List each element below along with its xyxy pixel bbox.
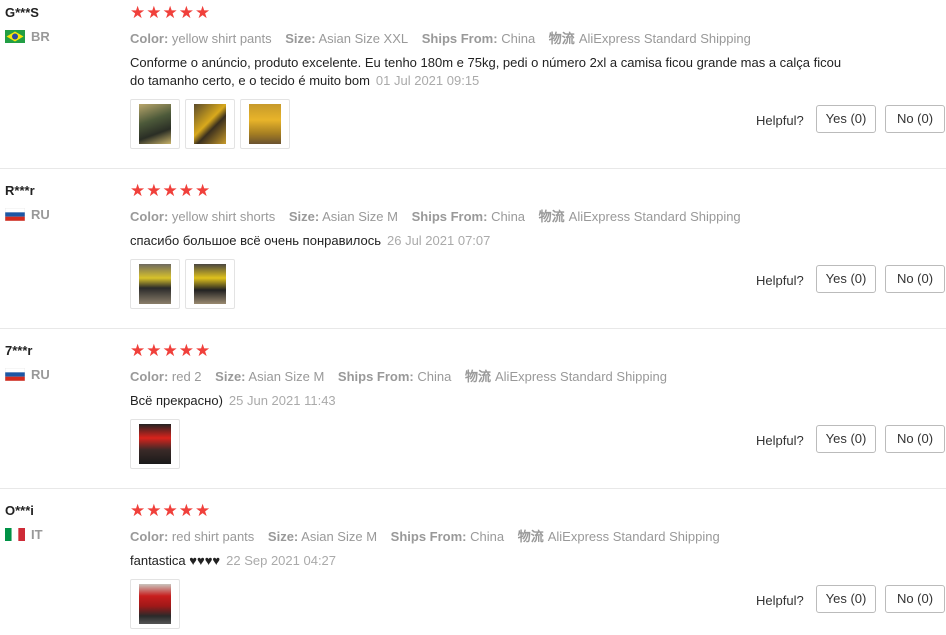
divider <box>0 488 946 489</box>
review-photos <box>130 259 235 309</box>
star-icon: ★ <box>130 181 146 200</box>
review-date: 26 Jul 2021 07:07 <box>387 233 491 248</box>
reviewer-name: R***r <box>5 183 35 198</box>
star-icon: ★ <box>178 3 194 22</box>
review-item: R***r RU ★ ★ ★ ★ ★ Color: yellow shirt s… <box>0 178 946 328</box>
review-date: 22 Sep 2021 04:27 <box>226 553 337 568</box>
attr-color: Color: red 2 <box>130 369 202 384</box>
attr-logistics: 物流 AliExpress Standard Shipping <box>548 31 751 46</box>
order-attributes: Color: yellow shirt shorts Size: Asian S… <box>130 206 751 225</box>
review-photos <box>130 579 180 629</box>
order-attributes: Color: red 2 Size: Asian Size M Ships Fr… <box>130 366 677 385</box>
helpful-no-button[interactable]: No (0) <box>885 585 945 613</box>
review-text: fantastica ♥♥♥♥ 22 Sep 2021 04:27 <box>130 553 337 568</box>
attr-size: Size: Asian Size M <box>215 369 325 384</box>
review-photo[interactable] <box>130 259 180 309</box>
helpful-yes-button[interactable]: Yes (0) <box>816 425 876 453</box>
attr-ships-from: Ships From: China <box>421 31 536 46</box>
attr-color: Color: yellow shirt shorts <box>130 209 276 224</box>
star-icon: ★ <box>146 3 162 22</box>
divider <box>0 168 946 169</box>
attr-color: Color: red shirt pants <box>130 529 255 544</box>
review-photo[interactable] <box>130 419 180 469</box>
star-icon: ★ <box>195 3 211 22</box>
country-code: RU <box>31 206 50 222</box>
divider <box>0 328 946 329</box>
star-icon: ★ <box>195 181 211 200</box>
helpful-label: Helpful? <box>756 113 804 128</box>
review-photo[interactable] <box>130 99 180 149</box>
order-attributes: Color: yellow shirt pants Size: Asian Si… <box>130 28 761 47</box>
helpful-no-button[interactable]: No (0) <box>885 105 945 133</box>
reviewer-name: G***S <box>5 5 39 20</box>
star-icon: ★ <box>178 181 194 200</box>
review-photo[interactable] <box>185 99 235 149</box>
review-text: Всё прекрасно) 25 Jun 2021 11:43 <box>130 393 336 408</box>
review-date: 01 Jul 2021 09:15 <box>375 73 480 88</box>
attr-size: Size: Asian Size M <box>267 529 378 544</box>
brazil-flag-icon <box>5 29 25 43</box>
helpful-yes-button[interactable]: Yes (0) <box>816 105 876 133</box>
review-photo[interactable] <box>130 579 180 629</box>
attr-ships-from: Ships From: China <box>390 529 505 544</box>
reviewer-name: O***i <box>5 503 34 518</box>
attr-logistics: 物流 AliExpress Standard Shipping <box>538 209 741 224</box>
attr-size: Size: Asian Size XXL <box>285 31 409 46</box>
star-icon: ★ <box>146 181 162 200</box>
rating-stars: ★ ★ ★ ★ ★ <box>130 4 210 22</box>
helpful-label: Helpful? <box>756 593 804 608</box>
attr-ships-from: Ships From: China <box>337 369 452 384</box>
order-attributes: Color: red shirt pants Size: Asian Size … <box>130 526 730 545</box>
country-code: IT <box>31 526 43 542</box>
review-text: спасибо большое всё очень понравилось 26 … <box>130 233 491 248</box>
star-icon: ★ <box>195 501 211 520</box>
review-text: Conforme o anúncio, produto excelente. E… <box>130 55 842 88</box>
star-icon: ★ <box>162 501 178 520</box>
reviewer-country: IT <box>5 526 43 542</box>
country-code: BR <box>31 28 50 44</box>
star-icon: ★ <box>178 341 194 360</box>
star-icon: ★ <box>146 501 162 520</box>
russia-flag-icon <box>5 207 25 221</box>
star-icon: ★ <box>162 341 178 360</box>
review-photo[interactable] <box>240 99 290 149</box>
review-date: 25 Jun 2021 11:43 <box>228 393 336 408</box>
helpful-label: Helpful? <box>756 433 804 448</box>
reviewer-country: BR <box>5 28 50 44</box>
attr-color: Color: yellow shirt pants <box>130 31 272 46</box>
helpful-label: Helpful? <box>756 273 804 288</box>
review-item: O***i IT ★ ★ ★ ★ ★ Color: red shirt pant… <box>0 498 946 635</box>
review-item: G***S BR ★ ★ ★ ★ ★ Color: yellow shirt p… <box>0 0 946 170</box>
star-icon: ★ <box>130 341 146 360</box>
italy-flag-icon <box>5 527 25 541</box>
star-icon: ★ <box>146 341 162 360</box>
star-icon: ★ <box>162 181 178 200</box>
reviewer-country: RU <box>5 206 50 222</box>
rating-stars: ★ ★ ★ ★ ★ <box>130 182 210 200</box>
rating-stars: ★ ★ ★ ★ ★ <box>130 502 210 520</box>
review-photos <box>130 99 290 149</box>
reviewer-country: RU <box>5 366 50 382</box>
reviewer-name: 7***r <box>5 343 33 358</box>
attr-logistics: 物流 AliExpress Standard Shipping <box>464 369 667 384</box>
star-icon: ★ <box>130 501 146 520</box>
helpful-no-button[interactable]: No (0) <box>885 265 945 293</box>
star-icon: ★ <box>162 3 178 22</box>
country-code: RU <box>31 366 50 382</box>
rating-stars: ★ ★ ★ ★ ★ <box>130 342 210 360</box>
review-photo[interactable] <box>185 259 235 309</box>
russia-flag-icon <box>5 367 25 381</box>
review-photos <box>130 419 180 469</box>
attr-logistics: 物流 AliExpress Standard Shipping <box>517 529 720 544</box>
attr-size: Size: Asian Size M <box>288 209 398 224</box>
attr-ships-from: Ships From: China <box>411 209 526 224</box>
helpful-yes-button[interactable]: Yes (0) <box>816 585 876 613</box>
review-item: 7***r RU ★ ★ ★ ★ ★ Color: red 2 Size: As… <box>0 338 946 488</box>
star-icon: ★ <box>178 501 194 520</box>
helpful-no-button[interactable]: No (0) <box>885 425 945 453</box>
star-icon: ★ <box>130 3 146 22</box>
helpful-yes-button[interactable]: Yes (0) <box>816 265 876 293</box>
star-icon: ★ <box>195 341 211 360</box>
